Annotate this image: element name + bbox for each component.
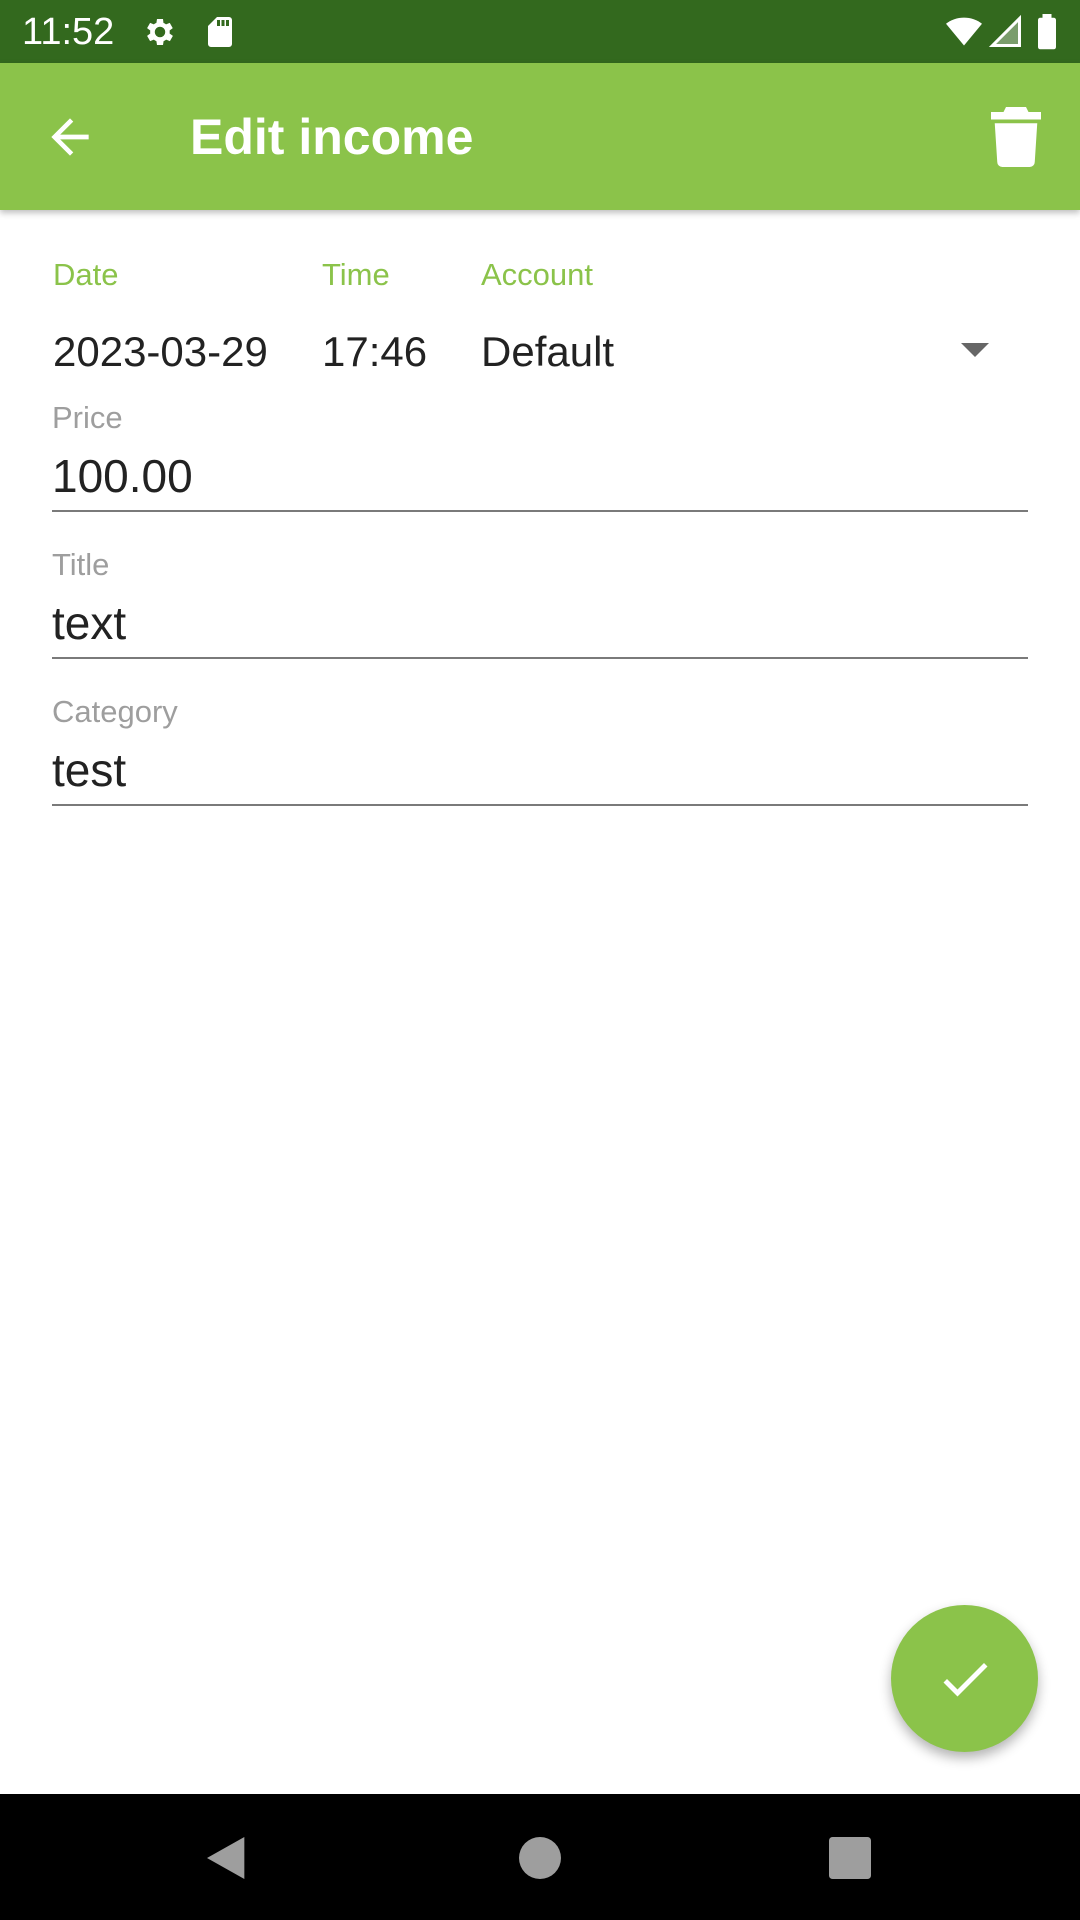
title-underline (52, 657, 1028, 659)
account-value: Default (481, 328, 615, 375)
time-label: Time (322, 257, 390, 292)
check-icon (943, 1663, 988, 1697)
battery-icon (1034, 14, 1060, 50)
page-title: Edit income (190, 109, 474, 165)
signal-icon (988, 14, 1024, 50)
recents-square-icon (829, 1837, 871, 1879)
price-input[interactable]: 100.00 (52, 446, 193, 506)
status-bar: 11:52 (0, 0, 1080, 63)
price-field[interactable]: Price 100.00 (52, 398, 1028, 518)
home-circle-icon (519, 1837, 561, 1879)
category-label: Category (52, 694, 178, 729)
nav-home-button[interactable] (512, 1830, 568, 1886)
price-underline (52, 510, 1028, 512)
dropdown-arrow-icon (961, 343, 989, 357)
delete-button[interactable] (990, 107, 1042, 167)
back-triangle-icon (207, 1837, 245, 1879)
sd-card-icon (202, 14, 238, 50)
save-fab-button[interactable] (891, 1605, 1038, 1752)
arrow-back-icon (51, 118, 89, 156)
date-field[interactable]: 2023-03-29 (53, 327, 268, 377)
time-field[interactable]: 17:46 (322, 327, 427, 377)
category-underline (52, 804, 1028, 806)
account-label: Account (481, 257, 594, 292)
trash-icon (991, 107, 1041, 167)
title-field[interactable]: Title text (52, 545, 1028, 665)
status-time: 11:52 (22, 11, 115, 53)
account-dropdown[interactable]: Default (481, 320, 1001, 384)
wifi-icon (944, 14, 984, 50)
date-label: Date (53, 257, 119, 292)
title-label: Title (52, 547, 110, 582)
nav-back-button[interactable] (200, 1830, 256, 1886)
title-input[interactable]: text (52, 593, 126, 653)
price-label: Price (52, 400, 123, 435)
gear-icon (142, 14, 178, 50)
system-nav-bar (0, 1794, 1080, 1920)
category-input[interactable]: test (52, 740, 126, 800)
category-field[interactable]: Category test (52, 692, 1028, 812)
back-button[interactable] (42, 109, 98, 165)
nav-recents-button[interactable] (822, 1830, 878, 1886)
app-bar: Edit income (0, 63, 1080, 210)
